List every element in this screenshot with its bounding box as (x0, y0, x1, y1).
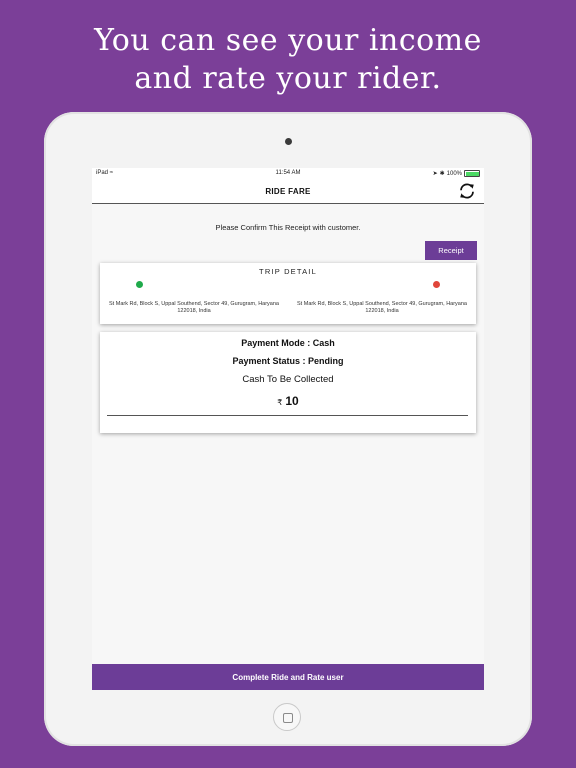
trip-detail-title: TRIP DETAIL (259, 267, 317, 276)
payment-card: Payment Mode : Cash Payment Status : Pen… (100, 332, 476, 433)
home-square-icon (283, 713, 293, 723)
page: You can see your income and rate your ri… (0, 0, 576, 768)
status-bar: iPad ≈ 11:54 AM ➤ ✱ 100% (92, 168, 484, 179)
bluetooth-icon: ✱ (439, 171, 445, 177)
page-title: RIDE FARE (265, 187, 311, 196)
camera-icon (285, 138, 292, 145)
status-right: ➤ ✱ 100% (433, 170, 480, 177)
cash-to-collect: Cash To Be Collected (242, 374, 334, 385)
complete-ride-button[interactable]: Complete Ride and Rate user (92, 664, 484, 690)
currency-symbol: ₹ (277, 398, 283, 407)
status-time: 11:54 AM (275, 170, 301, 176)
drop-address: St Mark Rd, Block S, Uppal Southend, Sec… (297, 301, 467, 314)
receipt-button[interactable]: Receipt (425, 241, 477, 260)
headline-line-1: You can see your income (94, 23, 482, 58)
nav-bar: RIDE FARE (92, 179, 484, 204)
battery-icon (464, 170, 480, 177)
app-screen: iPad ≈ 11:54 AM ➤ ✱ 100% RIDE FARE Pleas… (92, 168, 484, 690)
location-icon: ➤ (432, 171, 438, 177)
payment-status: Payment Status : Pending (232, 356, 344, 366)
amount-value: 10 (285, 394, 299, 408)
divider (107, 415, 468, 416)
pickup-address: St Mark Rd, Block S, Uppal Southend, Sec… (109, 301, 279, 314)
confirm-receipt-text: Please Confirm This Receipt with custome… (215, 223, 361, 232)
pickup-dot-icon (136, 281, 143, 288)
headline-line-2: and rate your rider. (134, 61, 442, 96)
payment-mode: Payment Mode : Cash (241, 338, 335, 348)
headline: You can see your income and rate your ri… (0, 22, 576, 98)
refresh-icon[interactable] (458, 182, 476, 200)
drop-dot-icon (433, 281, 440, 288)
fare-amount: ₹10 (100, 394, 476, 408)
home-button[interactable] (273, 703, 301, 731)
trip-detail-card: TRIP DETAIL St Mark Rd, Block S, Uppal S… (100, 263, 476, 324)
battery-percent: 100% (446, 170, 462, 177)
